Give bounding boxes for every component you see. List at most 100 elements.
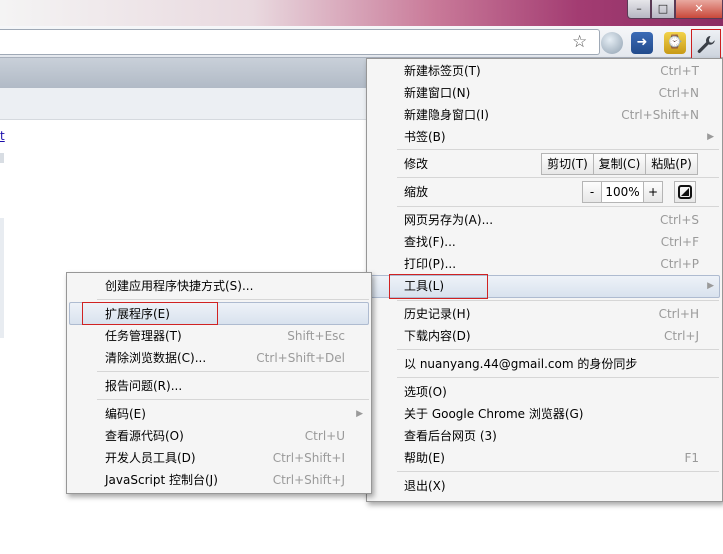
menu-item-view-source[interactable]: 查看源代码(O) Ctrl+U [105,425,345,447]
menu-item-bookmarks[interactable]: 书签(B) ▶ [404,126,714,148]
menu-separator [397,300,719,301]
menu-item-label: 帮助(E) [404,451,445,465]
menu-item-shortcut: Ctrl+F [660,235,699,249]
menu-item-shortcut: Ctrl+T [660,64,699,78]
maximize-button[interactable]: □ [651,0,675,19]
menu-item-sync[interactable]: 以 nuanyang.44@gmail.com 的身份同步 [404,353,714,375]
cut-button[interactable]: 剪切(T) [541,153,594,175]
copy-button[interactable]: 复制(C) [593,153,646,175]
submenu-arrow-icon: ▶ [707,132,714,142]
menu-separator [397,349,719,350]
minimize-button[interactable]: – [627,0,651,19]
zoom-label: 缩放 [404,185,429,199]
menu-item-label: 网页另存为(A)... [404,213,494,227]
menu-item-new-tab[interactable]: 新建标签页(T) Ctrl+T [404,60,699,82]
menu-item-label: 选项(O) [404,385,447,399]
menu-item-label: 新建隐身窗口(I) [404,108,489,122]
zoom-in-button[interactable]: + [643,181,663,203]
menu-item-create-shortcuts[interactable]: 创建应用程序快捷方式(S)... [105,275,365,297]
menu-item-label: 查找(F)... [404,235,456,249]
menu-item-shortcut: Ctrl+S [659,213,699,227]
menu-separator [397,149,719,150]
menu-item-tools[interactable]: 工具(L) ▶ [404,275,714,297]
menu-item-shortcut: Ctrl+U [304,429,345,443]
menu-item-label: 下载内容(D) [404,329,471,343]
arrow-extension-icon[interactable]: ➜ [631,32,653,54]
menu-item-label: 扩展程序(E) [105,307,170,321]
menu-item-about[interactable]: 关于 Google Chrome 浏览器(G) [404,403,699,425]
menu-item-shortcut: Shift+Esc [287,329,345,343]
menu-item-label: 查看源代码(O) [105,429,184,443]
menu-item-print[interactable]: 打印(P)... Ctrl+P [404,253,699,275]
menu-item-shortcut: Ctrl+J [664,329,699,343]
address-bar[interactable] [0,29,600,55]
menu-item-label: 书签(B) [404,130,446,144]
menu-item-shortcut: Ctrl+P [660,257,699,271]
menu-item-background-pages[interactable]: 查看后台网页 (3) [404,425,699,447]
paste-button[interactable]: 粘贴(P) [645,153,698,175]
fullscreen-button[interactable] [674,181,696,203]
submenu-arrow-icon: ▶ [356,409,363,419]
menu-separator [397,377,719,378]
wrench-menu: 新建标签页(T) Ctrl+T 新建窗口(N) Ctrl+N 新建隐身窗口(I)… [366,58,723,502]
zoom-level-value: 100% [601,181,644,203]
bookmark-star-icon[interactable]: ☆ [572,32,587,52]
menu-item-label: JavaScript 控制台(J) [105,473,218,487]
menu-separator [397,471,719,472]
menu-item-downloads[interactable]: 下载内容(D) Ctrl+J [404,325,699,347]
menu-item-report-issue[interactable]: 报告问题(R)... [105,375,365,397]
clock-extension-icon[interactable]: ⌚ [664,32,686,54]
menu-item-label: 退出(X) [404,479,446,493]
wrench-menu-button[interactable] [691,29,721,60]
fullscreen-icon [678,185,692,199]
menu-item-label: 关于 Google Chrome 浏览器(G) [404,407,584,421]
menu-separator [97,299,369,300]
menu-item-history[interactable]: 历史记录(H) Ctrl+H [404,303,699,325]
menu-item-shortcut: Ctrl+Shift+J [272,473,345,487]
menu-item-find[interactable]: 查找(F)... Ctrl+F [404,231,699,253]
menu-row-edit: 修改 剪切(T) 复制(C) 粘贴(P) [404,153,714,175]
menu-item-exit[interactable]: 退出(X) [404,475,699,497]
page-link[interactable]: t [0,129,5,143]
wrench-icon [697,36,715,53]
menu-item-label: 报告问题(R)... [105,379,183,393]
menu-item-save-as[interactable]: 网页另存为(A)... Ctrl+S [404,209,699,231]
menu-item-label: 清除浏览数据(C)... [105,351,207,365]
close-button[interactable]: ✕ [675,0,723,19]
menu-item-label: 打印(P)... [404,257,457,271]
window-titlebar: – □ ✕ [0,0,723,26]
page-subheader-band [0,88,372,120]
menu-item-label: 新建标签页(T) [404,64,481,78]
menu-item-new-window[interactable]: 新建窗口(N) Ctrl+N [404,82,699,104]
menu-item-javascript-console[interactable]: JavaScript 控制台(J) Ctrl+Shift+J [105,469,345,491]
menu-item-label: 新建窗口(N) [404,86,471,100]
edit-label: 修改 [404,157,429,171]
menu-item-extensions[interactable]: 扩展程序(E) [105,303,365,325]
menu-separator [397,177,719,178]
menu-item-shortcut: Ctrl+Shift+I [272,451,345,465]
menu-item-clear-browsing-data[interactable]: 清除浏览数据(C)... Ctrl+Shift+Del [105,347,345,369]
menu-item-label: 任务管理器(T) [105,329,182,343]
menu-item-options[interactable]: 选项(O) [404,381,699,403]
menu-item-help[interactable]: 帮助(E) F1 [404,447,699,469]
menu-item-label: 以 nuanyang.44@gmail.com 的身份同步 [404,357,638,371]
globe-extension-icon[interactable] [601,32,623,54]
page-scroll-mark [0,153,4,163]
menu-item-shortcut: F1 [684,451,699,465]
menu-item-label: 工具(L) [404,279,445,293]
menu-item-task-manager[interactable]: 任务管理器(T) Shift+Esc [105,325,345,347]
menu-item-label: 开发人员工具(D) [105,451,196,465]
menu-item-shortcut: Ctrl+N [658,86,699,100]
menu-item-label: 创建应用程序快捷方式(S)... [105,279,254,293]
menu-item-shortcut: Ctrl+H [658,307,699,321]
menu-item-label: 历史记录(H) [404,307,471,321]
menu-item-encoding[interactable]: 编码(E) ▶ [105,403,363,425]
menu-item-new-incognito[interactable]: 新建隐身窗口(I) Ctrl+Shift+N [404,104,699,126]
menu-item-shortcut: Ctrl+Shift+Del [256,351,345,365]
menu-item-label: 查看后台网页 (3) [404,429,497,443]
menu-separator [97,371,369,372]
page-side-panel [0,218,4,338]
menu-item-developer-tools[interactable]: 开发人员工具(D) Ctrl+Shift+I [105,447,345,469]
zoom-out-button[interactable]: - [582,181,602,203]
menu-item-shortcut: Ctrl+Shift+N [621,108,699,122]
